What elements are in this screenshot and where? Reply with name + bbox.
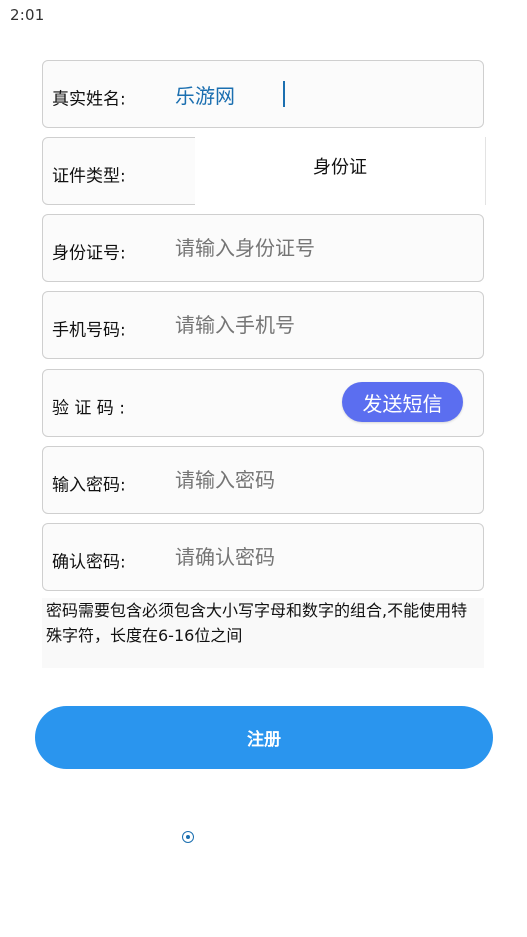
id-type-field: 证件类型: 身份证 — [42, 137, 486, 205]
text-cursor — [283, 81, 285, 107]
id-number-field: 身份证号: — [42, 214, 484, 282]
password-field: 输入密码: — [42, 446, 484, 514]
password-input[interactable] — [175, 460, 475, 500]
register-button[interactable]: 注册 — [35, 706, 493, 769]
phone-field: 手机号码: — [42, 291, 484, 359]
status-bar-time: 2:01 — [10, 6, 45, 24]
confirm-password-field: 确认密码: — [42, 523, 484, 591]
real-name-field: 真实姓名: — [42, 60, 484, 128]
phone-input[interactable] — [175, 305, 475, 345]
id-number-input[interactable] — [175, 228, 475, 268]
password-hint: 密码需要包含必须包含大小写字母和数字的组合,不能使用特殊字符，长度在6-16位之… — [42, 598, 484, 668]
send-sms-button[interactable]: 发送短信 — [342, 382, 463, 422]
confirm-password-label: 确认密码: — [52, 552, 126, 573]
real-name-label: 真实姓名: — [52, 89, 126, 110]
id-type-select[interactable]: 身份证 — [195, 137, 486, 205]
verification-code-field: 验 证 码 : 发送短信 — [42, 369, 484, 437]
phone-label: 手机号码: — [52, 320, 126, 341]
confirm-password-input[interactable] — [175, 537, 475, 577]
password-label: 输入密码: — [52, 475, 126, 496]
radio-indicator-icon[interactable] — [182, 831, 194, 843]
id-type-selected-value: 身份证 — [313, 157, 367, 178]
verification-code-label: 验 证 码 : — [52, 398, 125, 419]
id-number-label: 身份证号: — [52, 243, 126, 264]
real-name-input[interactable] — [175, 74, 475, 114]
id-type-label: 证件类型: — [52, 166, 126, 187]
